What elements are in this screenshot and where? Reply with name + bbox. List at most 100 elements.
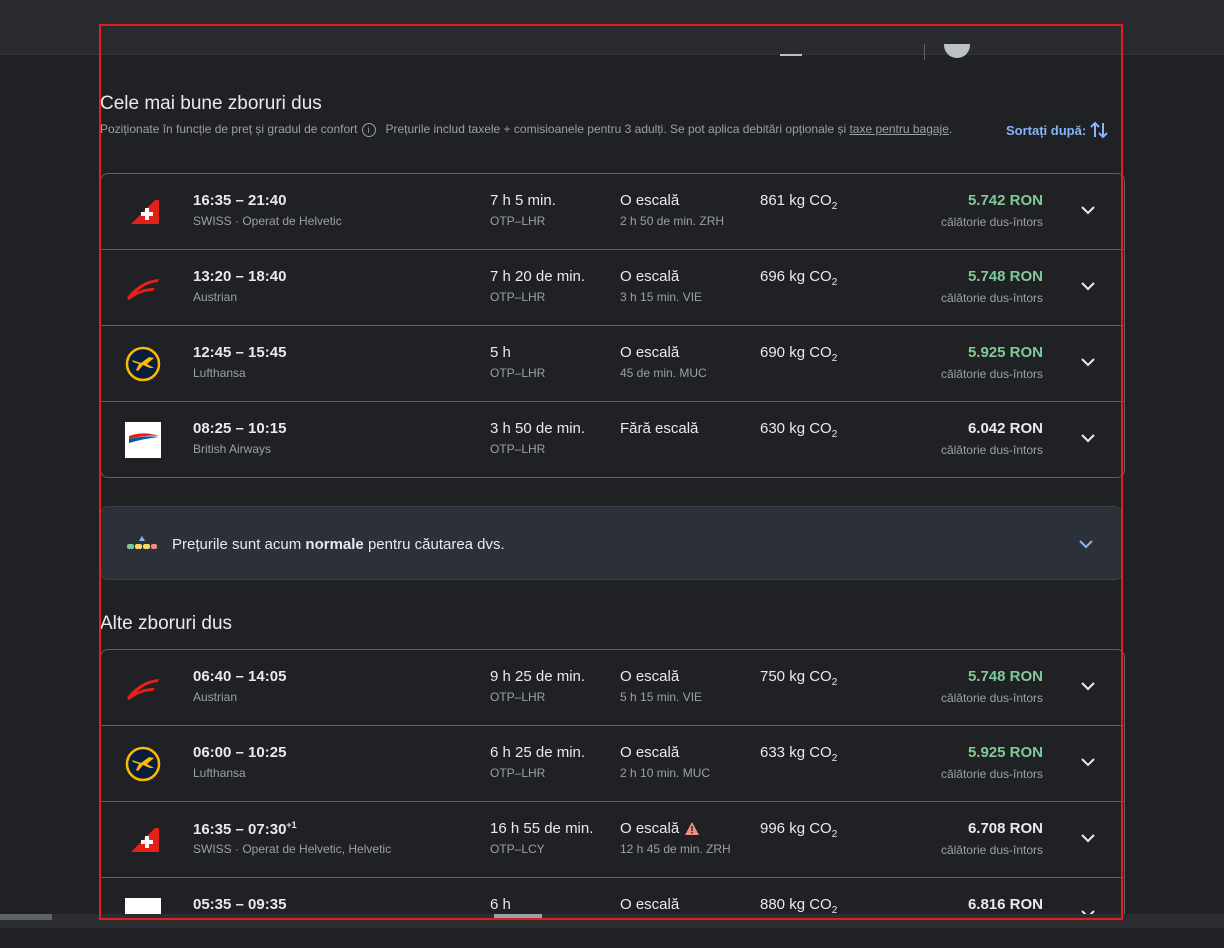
layover-info: 2 h 50 de min. ZRH (620, 214, 725, 228)
scrollbar-thumb[interactable] (494, 914, 542, 920)
co2-emissions: 630 kg CO2 (760, 420, 838, 440)
airline-logo-lufthansa (125, 746, 161, 782)
next-day-indicator: +1 (286, 820, 297, 830)
flight-duration: 9 h 25 de min. (490, 668, 586, 685)
flight-times: 16:35 – 07:30+1 (193, 820, 297, 838)
airline-name: British Airways (193, 442, 272, 456)
price-insight-banner[interactable]: Prețurile sunt acum normale pentru căuta… (100, 506, 1123, 580)
expand-chevron-icon[interactable] (1076, 534, 1096, 554)
flight-price: 6.708 RON (967, 820, 1043, 837)
sort-label: Sortați după: (1006, 122, 1087, 138)
co2-emissions: 996 kg CO2 (760, 820, 838, 840)
flight-price: 6.816 RON (967, 896, 1043, 913)
airline-name: SWISS · Operat de Helvetic (193, 214, 342, 228)
price-type: călătorie dus-întors (940, 291, 1043, 305)
toolbar-divider (924, 44, 925, 60)
flight-price: 5.925 RON (967, 344, 1043, 361)
flight-row[interactable]: 13:20 – 18:40 Austrian 7 h 20 de min. OTP–L… (101, 250, 1124, 326)
other-flights-title: Alte zboruri dus (100, 613, 233, 634)
stops-count: O escală (620, 668, 680, 685)
airline-name: Lufthansa (193, 366, 246, 380)
info-icon[interactable]: i (361, 122, 376, 137)
airline-logo-austrian (125, 270, 161, 306)
expand-chevron-icon[interactable] (1078, 676, 1098, 696)
price-type: călătorie dus-întors (940, 767, 1043, 781)
horizontal-scrollbar[interactable] (0, 914, 1224, 928)
flight-duration: 7 h 20 de min. (490, 268, 586, 285)
stops-count: O escală (620, 820, 700, 837)
stops-count: O escală (620, 744, 680, 761)
flight-row[interactable]: 12:45 – 15:45 Lufthansa 5 h OTP–LHR O escală… (101, 326, 1124, 402)
flight-duration: 16 h 55 de min. (490, 820, 594, 837)
stops-count: O escală (620, 896, 680, 913)
expand-chevron-icon[interactable] (1078, 828, 1098, 848)
stops-count: Fără escală (620, 420, 699, 437)
flight-times: 16:35 – 21:40 (193, 192, 287, 209)
ranking-note: Poziționate în funcție de preț și gradul… (100, 122, 358, 136)
price-level-icon (127, 536, 157, 549)
flight-times: 13:20 – 18:40 (193, 268, 287, 285)
expand-chevron-icon[interactable] (1078, 352, 1098, 372)
co2-emissions: 690 kg CO2 (760, 344, 838, 364)
flight-row[interactable]: 06:40 – 14:05 Austrian 9 h 25 de min. OTP–L… (101, 650, 1124, 726)
sort-button[interactable]: Sortați după: (1006, 120, 1108, 140)
flight-duration: 3 h 50 de min. (490, 420, 586, 437)
flight-route: OTP–LHR (490, 766, 546, 780)
airline-name: Austrian (193, 290, 238, 304)
stops-count: O escală (620, 344, 680, 361)
scrollbar-track-segment (0, 914, 52, 920)
layover-info: 5 h 15 min. VIE (620, 690, 703, 704)
flight-row[interactable]: 16:35 – 21:40 SWISS · Operat de Helvetic 7… (101, 174, 1124, 250)
warning-icon (685, 822, 700, 835)
price-type: călătorie dus-întors (940, 215, 1043, 229)
layover-info: 45 de min. MUC (620, 366, 707, 380)
sort-arrows-icon (1090, 121, 1108, 139)
airline-logo-swiss (125, 822, 161, 858)
layover-info: 3 h 15 min. VIE (620, 290, 703, 304)
flight-row[interactable]: 16:35 – 07:30+1 SWISS · Operat de Helveti… (101, 802, 1124, 878)
price-type: călătorie dus-întors (940, 843, 1043, 857)
price-type: călătorie dus-întors (940, 691, 1043, 705)
price-insight-text: Prețurile sunt acum normale pentru căuta… (172, 536, 505, 553)
flight-route: OTP–LHR (490, 442, 546, 456)
co2-emissions: 750 kg CO2 (760, 668, 838, 688)
flight-times: 12:45 – 15:45 (193, 344, 287, 361)
menu-icon[interactable] (780, 54, 802, 56)
prices-note: Prețurile includ taxele + comisioanele p… (385, 122, 847, 136)
baggage-fees-link[interactable]: taxe pentru bagaje (849, 122, 948, 136)
price-type: călătorie dus-întors (940, 443, 1043, 457)
stops-count: O escală (620, 192, 680, 209)
flight-route: OTP–LCY (490, 842, 545, 856)
flight-times: 06:40 – 14:05 (193, 668, 287, 685)
flight-route: OTP–LHR (490, 366, 546, 380)
co2-emissions: 880 kg CO2 (760, 896, 838, 916)
insight-suffix: pentru căutarea dvs. (367, 536, 505, 553)
insight-emphasis: normale (305, 536, 364, 553)
flight-row[interactable]: 06:00 – 10:25 Lufthansa 6 h 25 de min. OTP–… (101, 726, 1124, 802)
airline-logo-ba (125, 422, 161, 458)
flight-route: OTP–LHR (490, 214, 546, 228)
best-flights-title: Cele mai bune zboruri dus (100, 93, 322, 114)
layover-info: 12 h 45 de min. ZRH (620, 842, 731, 856)
flight-times: 06:00 – 10:25 (193, 744, 287, 761)
avatar[interactable] (944, 44, 970, 58)
expand-chevron-icon[interactable] (1078, 428, 1098, 448)
flight-route: OTP–LHR (490, 690, 546, 704)
flight-price: 5.748 RON (967, 668, 1043, 685)
flight-duration: 5 h (490, 344, 511, 361)
expand-chevron-icon[interactable] (1078, 276, 1098, 296)
flight-duration: 7 h 5 min. (490, 192, 556, 209)
top-app-bar (0, 0, 1224, 55)
airline-logo-swiss (125, 194, 161, 230)
airline-logo-austrian (125, 670, 161, 706)
airline-name: SWISS · Operat de Helvetic, Helvetic (193, 842, 392, 856)
flight-price: 6.042 RON (967, 420, 1043, 437)
subtitle-period: . (948, 122, 953, 136)
best-flights-subtitle: Poziționate în funcție de preț și gradul… (100, 119, 980, 139)
flight-price: 5.925 RON (967, 744, 1043, 761)
best-flights-list: 16:35 – 21:40 SWISS · Operat de Helvetic 7… (100, 173, 1125, 478)
price-type: călătorie dus-întors (940, 367, 1043, 381)
expand-chevron-icon[interactable] (1078, 752, 1098, 772)
expand-chevron-icon[interactable] (1078, 200, 1098, 220)
flight-row[interactable]: 08:25 – 10:15 British Airways 3 h 50 de mi… (101, 402, 1124, 477)
